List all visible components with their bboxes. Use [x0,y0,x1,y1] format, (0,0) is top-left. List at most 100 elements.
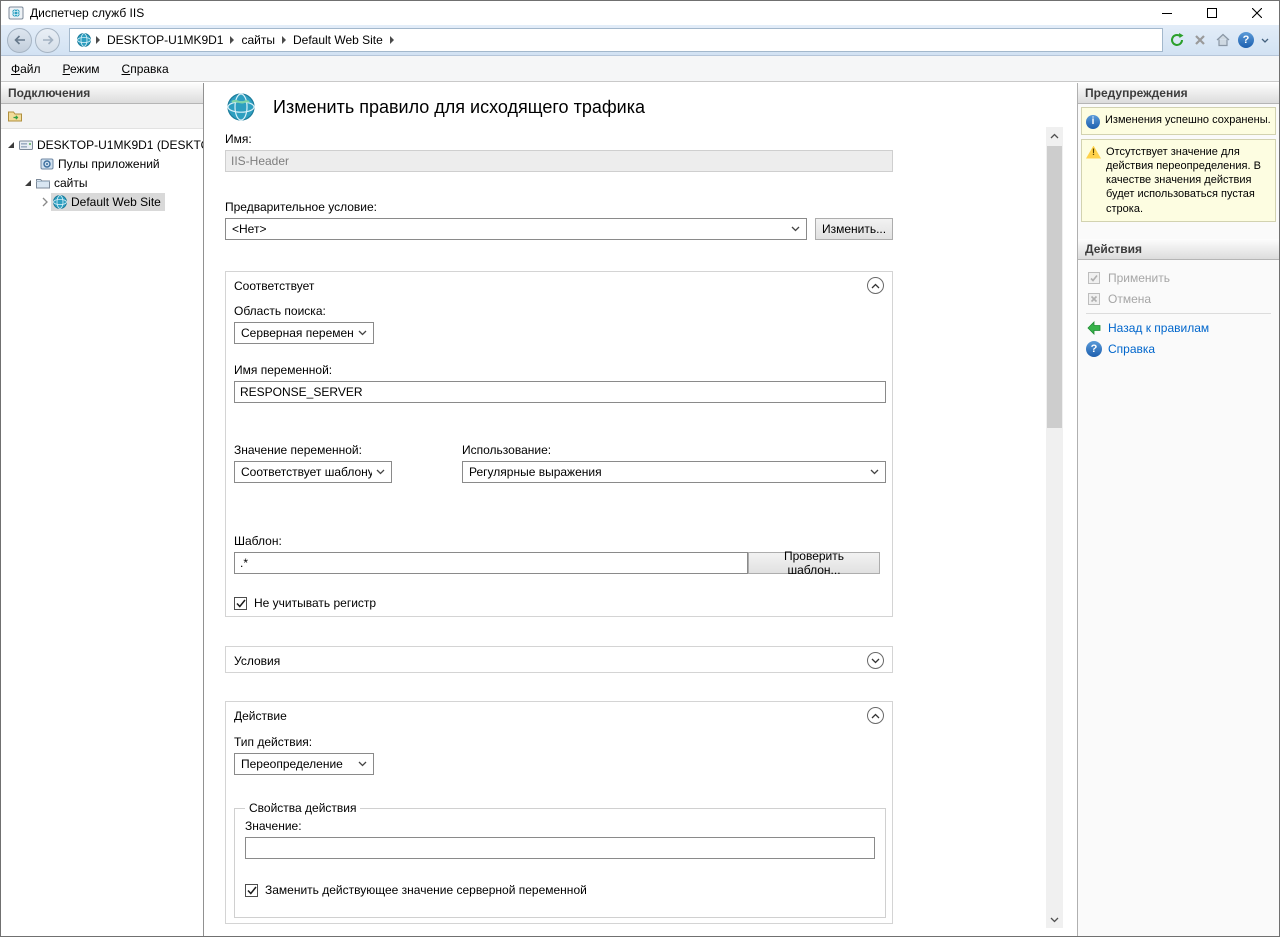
scroll-up-button[interactable] [1046,127,1063,144]
delete-icon[interactable] [1192,32,1208,48]
tree-item-label: сайты [54,176,88,190]
address-bar: DESKTOP-U1MK9D1 сайты Default Web Site ? [1,25,1279,56]
back-to-rules-link[interactable]: Назад к правилам [1086,318,1271,339]
tree-expanded-icon[interactable] [5,139,17,151]
forward-button[interactable] [35,28,60,53]
action-section-title: Действие [234,709,287,723]
checkmark-icon [236,599,246,608]
scope-value: Серверная переменн [241,326,354,340]
conditions-section-title: Условия [234,654,280,668]
connection-toolbar-icon[interactable] [7,108,23,124]
scrollbar-thumb[interactable] [1047,146,1062,428]
sites-folder-icon [35,175,51,191]
close-button[interactable] [1234,1,1279,25]
conditions-section: Условия [225,646,893,673]
maximize-button[interactable] [1189,1,1234,25]
actions-separator [1086,313,1271,314]
actions-list: Применить Отмена Назад к правилам ? Спра… [1078,260,1279,360]
breadcrumb-separator-icon[interactable] [390,36,394,44]
match-section-body: Область поиска: Серверная переменн Имя п… [226,304,892,610]
breadcrumb-separator-icon[interactable] [230,36,234,44]
precondition-field: Предварительное условие: <Нет> Изменить.… [225,200,893,240]
arrow-left-icon [14,35,26,45]
apply-button: Применить [1086,268,1271,289]
match-section: Соответствует Область поиска: Серверная … [225,271,893,617]
tree-expanded-icon[interactable] [22,177,34,189]
feature-page: Изменить правило для исходящего трафика … [204,83,1077,936]
tree-item-app-pools[interactable]: Пулы приложений [1,154,203,173]
checkmark-icon [247,886,257,895]
collapse-up-button[interactable] [867,277,884,294]
chevron-down-icon [354,761,371,767]
window-title: Диспетчер служб IIS [30,6,144,20]
replace-checkbox[interactable] [245,884,258,897]
help-link[interactable]: ? Справка [1086,339,1271,360]
pattern-input[interactable] [234,552,748,574]
menu-help[interactable]: Справка [122,62,169,76]
chevron-down-icon [871,658,880,664]
globe-icon [76,32,92,48]
chevron-down-icon[interactable] [1261,38,1269,43]
breadcrumb-item-sites[interactable]: сайты [238,33,278,47]
ignore-case-option[interactable]: Не учитывать регистр [234,596,884,610]
chevron-up-icon [871,283,880,289]
match-section-title: Соответствует [234,279,314,293]
tree-item-sites[interactable]: сайты [1,173,203,192]
window-controls [1144,1,1279,25]
collapse-up-button[interactable] [867,707,884,724]
replace-label: Заменить действующее значение серверной … [265,883,587,897]
edit-outbound-rule-form: Изменить правило для исходящего трафика … [225,90,893,924]
test-pattern-button[interactable]: Проверить шаблон... [748,552,880,574]
breadcrumb-separator-icon[interactable] [282,36,286,44]
using-label: Использование: [462,443,886,457]
chevron-down-icon [1050,917,1059,923]
refresh-icon[interactable] [1169,32,1185,48]
edit-precondition-button[interactable]: Изменить... [815,218,893,240]
variable-name-input[interactable] [234,381,886,403]
breadcrumb-item-server[interactable]: DESKTOP-U1MK9D1 [104,33,226,47]
help-icon[interactable]: ? [1238,32,1254,48]
chevron-down-icon [787,226,804,232]
ignore-case-checkbox[interactable] [234,597,247,610]
menu-file[interactable]: Файл [11,62,41,76]
maximize-icon [1207,8,1217,18]
action-properties-title: Свойства действия [245,801,360,815]
alert-info-text: Изменения успешно сохранены. [1105,113,1271,129]
variable-value-select[interactable]: Соответствует шаблону [234,461,392,483]
action-section-body: Тип действия: Переопределение Свойства д… [226,735,892,918]
name-input [225,150,893,172]
alert-warning: ! Отсутствует значение для действия пере… [1081,139,1276,222]
replace-option[interactable]: Заменить действующее значение серверной … [245,883,875,897]
precondition-select[interactable]: <Нет> [225,218,807,240]
back-button[interactable] [7,28,32,53]
globe-icon [52,194,68,210]
tree-selection: Default Web Site [51,193,165,211]
title-bar: Диспетчер служб IIS [1,1,1279,25]
actions-header: Действия [1078,239,1279,260]
menu-bar: Файл Режим Справка [1,56,1279,82]
home-icon[interactable] [1215,32,1231,48]
chevron-up-icon [871,713,880,719]
using-select[interactable]: Регулярные выражения [462,461,886,483]
precondition-value: <Нет> [232,222,266,236]
page-globe-icon [225,91,257,123]
connections-toolbar [1,104,203,129]
expand-down-button[interactable] [867,652,884,669]
tree-item-default-web-site[interactable]: Default Web Site [1,192,203,211]
action-type-select[interactable]: Переопределение [234,753,374,775]
server-icon [18,137,34,153]
app-body: Подключения DESKTOP-U1MK9D1 (DESKTOP Пул… [1,83,1279,936]
scroll-down-button[interactable] [1046,911,1063,928]
tree-item-label: Default Web Site [71,195,161,209]
using-value: Регулярные выражения [469,465,602,479]
tree-item-server[interactable]: DESKTOP-U1MK9D1 (DESKTOP [1,135,203,154]
vertical-scrollbar[interactable] [1046,127,1063,928]
action-properties-group: Свойства действия Значение: Заменить дей… [234,801,886,918]
action-value-input[interactable] [245,837,875,859]
breadcrumb-item-default-web-site[interactable]: Default Web Site [290,33,386,47]
breadcrumb-separator-icon[interactable] [96,36,100,44]
menu-view[interactable]: Режим [63,62,100,76]
scope-select[interactable]: Серверная переменн [234,322,374,344]
tree-collapsed-icon[interactable] [39,196,51,208]
minimize-button[interactable] [1144,1,1189,25]
